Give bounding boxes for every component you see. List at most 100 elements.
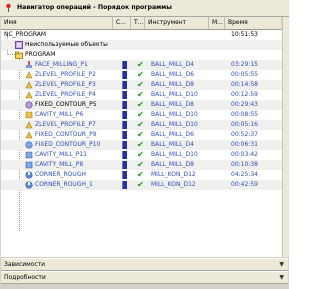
- column-header: Имя С... Т... Инструмент М... Время: [1, 17, 281, 30]
- operation-row[interactable]: ZLEVEL_PROFILE_P4 ✔ BALL_MILL_D10 00:12:…: [1, 90, 282, 100]
- col-name[interactable]: Имя: [1, 17, 113, 29]
- col-tool[interactable]: Инструмент: [145, 17, 209, 29]
- operation-time: 00:42:59: [231, 181, 258, 188]
- unused-objects-icon: [15, 41, 23, 49]
- path-book-icon: [122, 131, 127, 139]
- zlevel-profile-icon: [25, 121, 33, 129]
- operation-name: CORNER_ROUGH_1: [35, 181, 93, 188]
- operation-tool: BALL_MILL_D4: [151, 141, 194, 148]
- path-book-icon: [122, 61, 127, 69]
- col-method[interactable]: М...: [209, 17, 225, 29]
- col-status[interactable]: С...: [113, 17, 131, 29]
- operation-row[interactable]: ZLEVEL_PROFILE_P7 ✔ BALL_MILL_D10 00:05:…: [1, 120, 282, 130]
- path-book-icon: [122, 161, 127, 169]
- operation-tool: MILL_KON_D12: [151, 181, 196, 188]
- cavity-mill-icon: [25, 151, 33, 159]
- details-label: Подробности: [4, 274, 46, 281]
- operation-name: ZLEVEL_PROFILE_P2: [35, 71, 96, 78]
- cavity-mill-icon: [25, 111, 33, 119]
- operation-row[interactable]: CORNER_ROUGH_1 ✔ MILL_KON_D12 00:42:59: [1, 180, 282, 190]
- path-ok-check-icon: ✔: [137, 130, 144, 139]
- path-book-icon: [122, 151, 127, 159]
- unused-name: Неиспользуемые объекты: [25, 41, 108, 48]
- window-title: Навигатор операций - Порядок программы: [17, 4, 172, 11]
- operation-time: 00:05:55: [231, 71, 258, 78]
- operation-tool: BALL_MILL_D8: [151, 101, 194, 108]
- dependencies-panel-header[interactable]: Зависимости ▼: [1, 258, 288, 271]
- operation-name: CAVITY_MILL_P8: [35, 161, 84, 168]
- path-book-icon: [122, 81, 127, 89]
- operation-name: FIXED_CONTOUR_P9: [35, 131, 97, 138]
- cavity-mill-icon: [25, 161, 33, 169]
- vertical-scrollbar[interactable]: [282, 17, 289, 257]
- operation-name: FIXED_CONTOUR_P5: [35, 101, 97, 108]
- operation-row[interactable]: FACE_MILLING_P1 ✔ BALL_MILL_D4 03:29:15: [1, 60, 282, 70]
- operation-tool: BALL_MILL_D10: [151, 151, 198, 158]
- root-time: 10:51:53: [231, 31, 258, 38]
- operation-row[interactable]: CAVITY_MILL_P11 ✔ BALL_MILL_D10 00:03:42: [1, 150, 282, 160]
- operation-tool: BALL_MILL_D6: [151, 131, 194, 138]
- title-bar: Навигатор операций - Порядок программы: [0, 0, 289, 17]
- path-book-icon: [122, 121, 127, 129]
- operation-time: 00:08:55: [231, 111, 258, 118]
- operation-time: 04:25:34: [231, 171, 258, 178]
- path-ok-check-icon: ✔: [137, 120, 144, 129]
- path-ok-check-icon: ✔: [137, 100, 144, 109]
- zlevel-profile-icon: [25, 81, 33, 89]
- path-book-icon: [122, 181, 127, 189]
- operation-row[interactable]: FIXED_CONTOUR_P5 ✔ BALL_MILL_D8 00:29:43: [1, 100, 282, 110]
- operation-tool: MILL_KON_D12: [151, 171, 196, 178]
- path-book-icon: [122, 111, 127, 119]
- operation-row[interactable]: ZLEVEL_PROFILE_P2 ✔ BALL_MILL_D6 00:05:5…: [1, 70, 282, 80]
- operation-tool: BALL_MILL_D10: [151, 111, 198, 118]
- program-name: PROGRAM: [25, 51, 56, 58]
- operation-row[interactable]: FIXED_CONTOUR_P10 ✔ BALL_MILL_D4 00:06:3…: [1, 140, 282, 150]
- operation-time: 00:12:59: [231, 91, 258, 98]
- operation-time: 00:52:37: [231, 131, 258, 138]
- details-panel-header[interactable]: Подробности ▼: [1, 271, 288, 284]
- operation-time: 00:10:38: [231, 161, 258, 168]
- path-ok-check-icon: ✔: [137, 80, 144, 89]
- corner-rough-icon: [25, 181, 33, 189]
- operation-name: CAVITY_MILL_P6: [35, 111, 84, 118]
- path-book-icon: [122, 91, 127, 99]
- dependencies-label: Зависимости: [4, 261, 46, 268]
- operation-name: CAVITY_MILL_P11: [35, 151, 87, 158]
- col-path[interactable]: Т...: [131, 17, 145, 29]
- operation-tool: BALL_MILL_D10: [151, 91, 198, 98]
- operation-row[interactable]: CAVITY_MILL_P8 ✔ BALL_MILL_D8 00:10:38: [1, 160, 282, 170]
- expand-chevron-icon[interactable]: ▼: [279, 274, 284, 282]
- operation-row[interactable]: CORNER_ROUGH ✔ MILL_KON_D12 04:25:34: [1, 170, 282, 180]
- tree-row-unused[interactable]: Неиспользуемые объекты: [1, 40, 282, 50]
- pin-icon[interactable]: [4, 3, 13, 12]
- operation-time: 00:29:43: [231, 101, 258, 108]
- path-ok-check-icon: ✔: [137, 180, 144, 189]
- operation-name: FACE_MILLING_P1: [35, 61, 88, 68]
- operation-name: ZLEVEL_PROFILE_P3: [35, 81, 96, 88]
- operation-tool: BALL_MILL_D10: [151, 121, 198, 128]
- path-ok-check-icon: ✔: [137, 150, 144, 159]
- tree-row-program[interactable]: PROGRAM: [1, 50, 282, 60]
- operation-tool: BALL_MILL_D4: [151, 61, 194, 68]
- path-ok-check-icon: ✔: [137, 140, 144, 149]
- zlevel-profile-icon: [25, 91, 33, 99]
- corner-rough-icon: [25, 171, 33, 179]
- col-time[interactable]: Время: [225, 17, 281, 29]
- path-ok-check-icon: ✔: [137, 90, 144, 99]
- operation-time: 00:14:58: [231, 81, 258, 88]
- path-book-icon: [122, 141, 127, 149]
- operation-tool: BALL_MILL_D6: [151, 71, 194, 78]
- operation-tree: NC_PROGRAM 10:51:53 Неиспользуемые объек…: [1, 30, 282, 257]
- operation-time: 03:29:15: [231, 61, 258, 68]
- path-book-icon: [122, 171, 127, 179]
- path-ok-check-icon: ✔: [137, 160, 144, 169]
- operation-row[interactable]: FIXED_CONTOUR_P9 ✔ BALL_MILL_D6 00:52:37: [1, 130, 282, 140]
- operation-row[interactable]: ZLEVEL_PROFILE_P3 ✔ BALL_MILL_D8 00:14:5…: [1, 80, 282, 90]
- expand-chevron-icon[interactable]: ▼: [279, 261, 284, 269]
- operation-time: 00:03:42: [231, 151, 258, 158]
- path-ok-check-icon: ✔: [137, 170, 144, 179]
- operation-row[interactable]: CAVITY_MILL_P6 ✔ BALL_MILL_D10 00:08:55: [1, 110, 282, 120]
- program-folder-icon: [15, 51, 23, 59]
- tree-row-root[interactable]: NC_PROGRAM 10:51:53: [1, 30, 282, 40]
- path-ok-check-icon: ✔: [137, 70, 144, 79]
